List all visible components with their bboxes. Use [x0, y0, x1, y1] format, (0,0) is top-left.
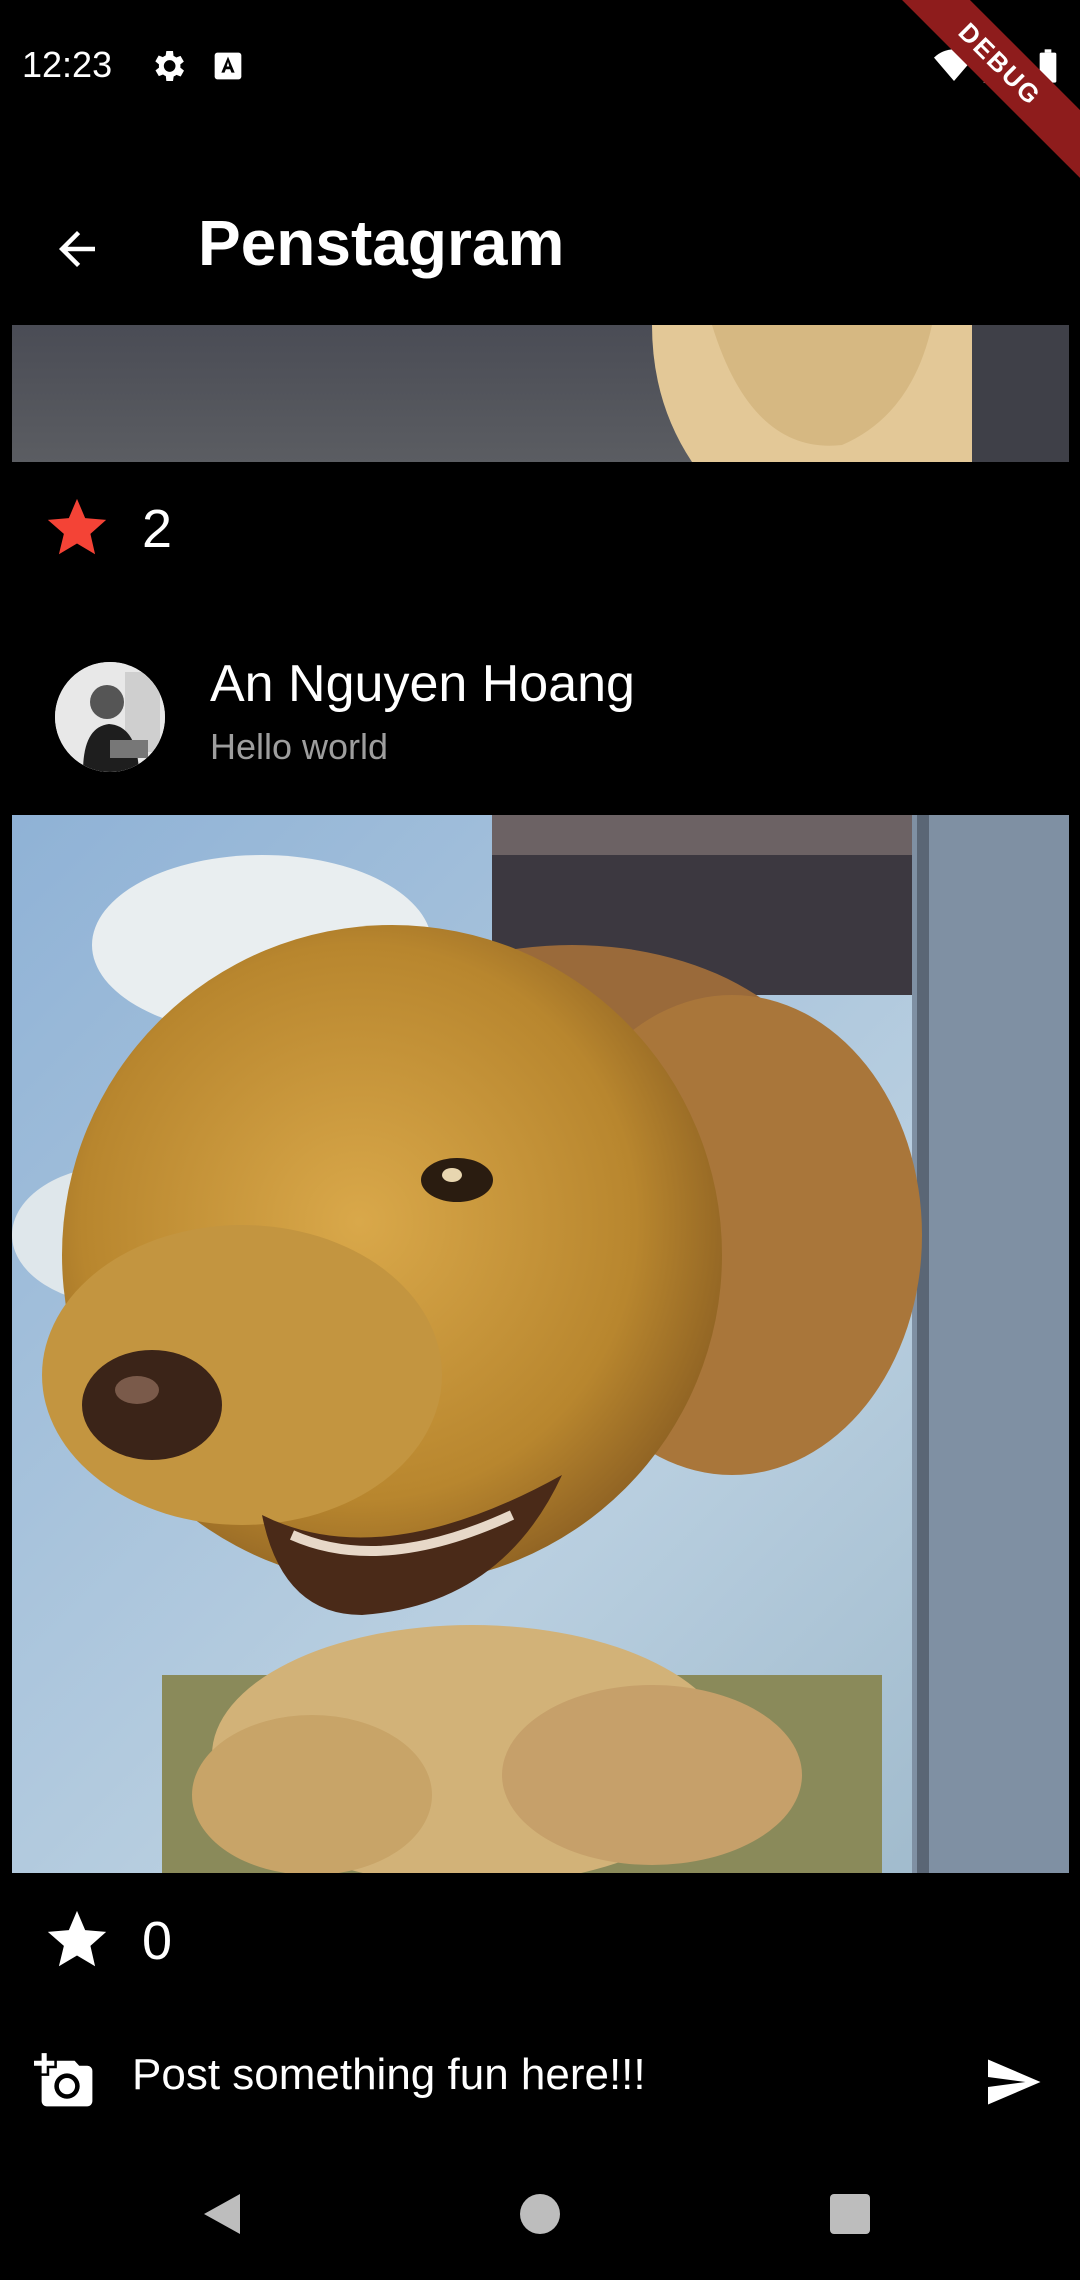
author-name: An Nguyen Hoang [210, 655, 635, 713]
gear-icon [155, 51, 184, 81]
recents-square-icon[interactable] [826, 2190, 874, 2238]
app-title: Penstagram [198, 207, 565, 279]
star-outline-icon[interactable] [42, 1905, 112, 1975]
arrow-back-icon[interactable] [50, 222, 104, 276]
home-circle-icon[interactable] [516, 2190, 564, 2238]
back-triangle-icon[interactable] [200, 2190, 248, 2238]
post-image-partial [12, 325, 1069, 462]
add-a-photo-icon[interactable] [34, 2050, 100, 2112]
star-count: 0 [142, 1911, 173, 1971]
post-message: Hello world [210, 726, 389, 767]
text-a-icon [214, 52, 242, 80]
avatar[interactable] [55, 662, 165, 772]
post-input[interactable] [132, 2045, 952, 2105]
status-time: 12:23 [22, 44, 113, 85]
send-icon[interactable] [980, 2052, 1046, 2112]
debug-banner: DEBUG [876, 0, 1080, 188]
post-image [12, 815, 1069, 1873]
star-count: 2 [142, 499, 173, 559]
star-icon[interactable] [42, 493, 112, 563]
